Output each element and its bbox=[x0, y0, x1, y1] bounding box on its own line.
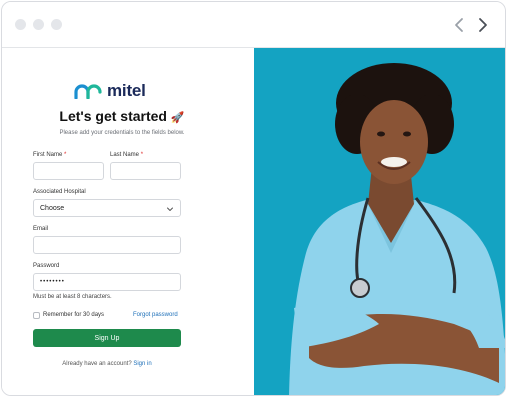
page-subtitle: Please add your credentials to the field… bbox=[59, 130, 185, 136]
email-label: Email bbox=[33, 226, 49, 232]
page-title: Let's get started 🚀 bbox=[59, 108, 185, 124]
password-hint: Must be at least 8 characters. bbox=[33, 294, 112, 300]
hospital-select[interactable]: Choose bbox=[33, 199, 181, 217]
back-arrow-icon[interactable] bbox=[452, 16, 466, 34]
password-field[interactable] bbox=[33, 273, 181, 291]
chevron-down-icon bbox=[167, 207, 173, 211]
signup-panel: mitel Let's get started 🚀 Please add you… bbox=[2, 48, 254, 395]
window-control-dot[interactable] bbox=[51, 19, 62, 30]
rocket-icon: 🚀 bbox=[170, 112, 185, 124]
brand-logo: mitel bbox=[74, 81, 146, 101]
hospital-label: Associated Hospital bbox=[33, 189, 86, 195]
browser-window: mitel Let's get started 🚀 Please add you… bbox=[1, 1, 506, 396]
remember-label: Remember for 30 days bbox=[43, 312, 105, 318]
first-name-label: First Name * bbox=[33, 152, 67, 158]
forward-arrow-icon[interactable] bbox=[476, 16, 490, 34]
password-label: Password bbox=[33, 263, 60, 269]
signin-prompt: Already have an account? Sign in bbox=[62, 361, 152, 367]
sign-up-button[interactable]: Sign Up bbox=[33, 329, 181, 347]
remember-checkbox[interactable] bbox=[33, 312, 40, 319]
brand-name: mitel bbox=[107, 81, 146, 100]
email-field[interactable] bbox=[33, 236, 181, 254]
window-control-dot[interactable] bbox=[33, 19, 44, 30]
last-name-field[interactable] bbox=[110, 162, 181, 180]
hospital-select-value: Choose bbox=[40, 205, 65, 212]
sign-in-link[interactable]: Sign in bbox=[133, 361, 151, 367]
window-control-dot[interactable] bbox=[15, 19, 26, 30]
nurse-photo bbox=[254, 48, 505, 395]
last-name-label: Last Name * bbox=[110, 152, 144, 158]
nurse-illustration bbox=[254, 48, 505, 395]
title-bar bbox=[2, 2, 505, 48]
mitel-logo-icon bbox=[74, 84, 102, 99]
forgot-password-link[interactable]: Forgot password bbox=[133, 312, 178, 318]
first-name-field[interactable] bbox=[33, 162, 104, 180]
